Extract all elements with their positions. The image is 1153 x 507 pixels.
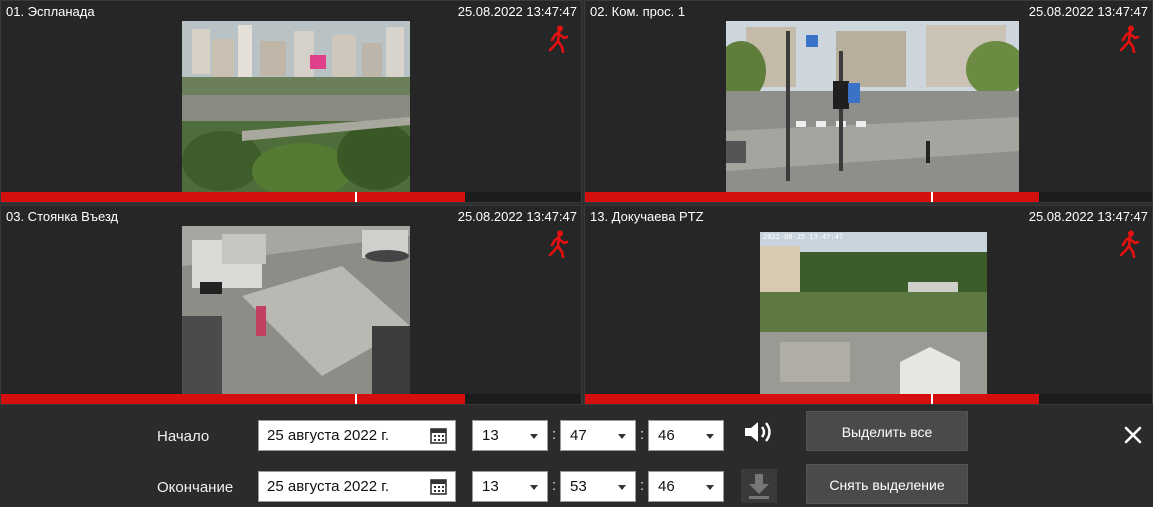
select-all-button[interactable]: Выделить все: [806, 411, 968, 451]
recorded-range: [1, 192, 465, 202]
end-minute-select[interactable]: 53: [560, 471, 636, 502]
end-date-picker[interactable]: 25 августа 2022 г.: [258, 471, 456, 502]
playhead-marker[interactable]: [930, 394, 933, 404]
calendar-icon[interactable]: [430, 478, 447, 495]
time-separator: :: [640, 477, 645, 494]
chevron-down-icon: [706, 485, 714, 490]
camera-timestamp: 25.08.2022 13:47:47: [1028, 4, 1148, 19]
camera-timeline[interactable]: [585, 192, 1152, 202]
chevron-down-icon: [618, 485, 626, 490]
deselect-button[interactable]: Снять выделение: [806, 464, 968, 504]
camera-timeline[interactable]: [1, 192, 581, 202]
camera-name: 03. Стоянка Въезд: [6, 209, 119, 224]
motion-person-icon: [1119, 230, 1140, 258]
end-date-value: 25 августа 2022 г.: [267, 478, 390, 495]
motion-person-icon: [548, 230, 569, 258]
end-label: Окончание: [157, 479, 234, 496]
camera-timestamp: 25.08.2022 13:47:47: [457, 209, 577, 224]
start-label: Начало: [157, 428, 210, 445]
camera-name: 02. Ком. прос. 1: [590, 4, 686, 19]
recorded-range: [1, 394, 465, 404]
camera-timeline[interactable]: [1, 394, 581, 404]
end-second-value: 46: [658, 478, 675, 495]
playhead-marker[interactable]: [354, 192, 357, 202]
end-hour-value: 13: [482, 478, 499, 495]
motion-person-icon: [548, 25, 569, 53]
camera-grid: 01. Эспланада 25.08.2022 13:47:47 02. Ко…: [0, 0, 1153, 405]
end-minute-value: 53: [570, 478, 587, 495]
time-separator: :: [640, 426, 645, 443]
camera-timestamp: 25.08.2022 13:47:47: [457, 4, 577, 19]
export-controls-panel: Начало 25 августа 2022 г. 13 : 47 : 46 В…: [0, 405, 1153, 507]
speaker-icon[interactable]: [743, 419, 775, 445]
time-separator: :: [552, 426, 557, 443]
chevron-down-icon: [706, 434, 714, 439]
camera-timestamp: 25.08.2022 13:47:47: [1028, 209, 1148, 224]
playhead-marker[interactable]: [354, 394, 357, 404]
end-second-select[interactable]: 46: [648, 471, 724, 502]
start-second-value: 46: [658, 427, 675, 444]
video-frame: 2022-08-25 13:47:47: [760, 232, 987, 396]
calendar-icon[interactable]: [430, 427, 447, 444]
start-date-value: 25 августа 2022 г.: [267, 427, 390, 444]
video-frame: [182, 21, 410, 195]
camera-name: 13. Докучаева PTZ: [590, 209, 704, 224]
start-minute-select[interactable]: 47: [560, 420, 636, 451]
recorded-range: [585, 394, 1039, 404]
camera-tile-2[interactable]: 02. Ком. прос. 1 25.08.2022 13:47:47: [584, 0, 1153, 203]
motion-person-icon: [1119, 25, 1140, 53]
start-hour-value: 13: [482, 427, 499, 444]
chevron-down-icon: [530, 485, 538, 490]
video-overlay-timestamp: 2022-08-25 13:47:47: [763, 233, 844, 241]
end-hour-select[interactable]: 13: [472, 471, 548, 502]
chevron-down-icon: [530, 434, 538, 439]
recorded-range: [585, 192, 1039, 202]
camera-tile-1[interactable]: 01. Эспланада 25.08.2022 13:47:47: [0, 0, 582, 203]
chevron-down-icon: [618, 434, 626, 439]
camera-tile-4[interactable]: 13. Докучаева PTZ 25.08.2022 13:47:47 20…: [584, 205, 1153, 405]
playhead-marker[interactable]: [930, 192, 933, 202]
camera-timeline[interactable]: [585, 394, 1152, 404]
camera-tile-3[interactable]: 03. Стоянка Въезд 25.08.2022 13:47:47: [0, 205, 582, 405]
video-frame: [726, 21, 1019, 195]
download-icon: [749, 474, 769, 499]
start-hour-select[interactable]: 13: [472, 420, 548, 451]
video-frame: [182, 226, 410, 396]
start-second-select[interactable]: 46: [648, 420, 724, 451]
close-icon[interactable]: [1123, 425, 1143, 445]
start-date-picker[interactable]: 25 августа 2022 г.: [258, 420, 456, 451]
download-button[interactable]: [741, 469, 777, 503]
time-separator: :: [552, 477, 557, 494]
start-minute-value: 47: [570, 427, 587, 444]
camera-name: 01. Эспланада: [6, 4, 95, 19]
